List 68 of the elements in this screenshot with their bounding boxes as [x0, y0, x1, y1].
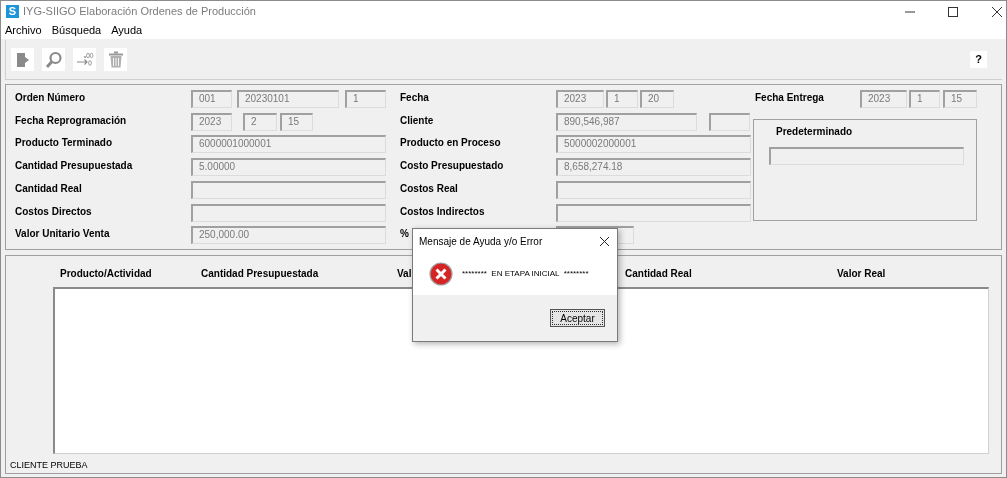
text-field[interactable]: 2	[243, 112, 277, 131]
text-field[interactable]: 20230101	[237, 90, 339, 108]
text-field[interactable]: 1	[345, 90, 386, 108]
field-label: Costo Presupuestado	[400, 160, 504, 172]
text-field[interactable]: 250,000.00	[191, 226, 386, 245]
text-field[interactable]: 8,658,274.18	[556, 158, 751, 177]
text-field[interactable]: 001	[191, 90, 232, 108]
field-label: Fecha	[400, 92, 429, 103]
text-field[interactable]: 890,546,987	[556, 112, 697, 131]
field-label: Costos Indirectos	[400, 205, 485, 217]
decimal-arrow-icon	[75, 51, 94, 68]
window-title: IYG-SIIGO Elaboración Ordenes de Producción	[23, 4, 256, 20]
text-field[interactable]: 6000001000001	[191, 135, 386, 154]
field-label: Producto en Proceso	[400, 137, 501, 149]
text-field[interactable]	[556, 203, 751, 222]
field-label: Producto Terminado	[15, 137, 113, 149]
error-icon	[429, 262, 453, 286]
search-icon	[44, 50, 63, 69]
text-field[interactable]: 2023	[191, 112, 232, 131]
close-icon[interactable]	[992, 6, 1002, 17]
field-label: Fecha Entrega	[755, 92, 824, 103]
app-logo: S	[6, 5, 19, 18]
column-header: Val	[397, 268, 412, 279]
column-header: Cantidad Presupuestada	[201, 268, 319, 279]
field-label: Cantidad Real	[15, 182, 82, 194]
field-label: Cliente	[400, 114, 434, 126]
toolbar-button[interactable]	[11, 48, 34, 71]
text-field[interactable]: 2023	[556, 90, 604, 108]
dialog-message: ******** EN ETAPA INICIAL ********	[462, 268, 589, 280]
field-label: Valor Unitario Venta	[15, 228, 110, 240]
field-label: Fecha Reprogramación	[15, 114, 127, 126]
menu-item[interactable]: Búsqueda	[51, 22, 102, 39]
menu-item[interactable]: Ayuda	[111, 22, 143, 39]
toolbar-button[interactable]	[104, 48, 127, 71]
field-label: %	[400, 228, 409, 240]
text-field[interactable]: 20	[640, 90, 674, 108]
text-field[interactable]: 1	[909, 90, 940, 108]
exit-door-icon	[14, 51, 31, 68]
text-field[interactable]: 15	[943, 90, 977, 108]
toolbar-button[interactable]	[42, 48, 65, 71]
trash-icon	[107, 51, 124, 68]
accept-button[interactable]: Aceptar	[550, 309, 605, 327]
text-field[interactable]	[191, 203, 386, 222]
group-title: Predeterminado	[776, 125, 854, 139]
maximize-icon[interactable]	[948, 6, 958, 17]
toolbar-button[interactable]	[73, 48, 96, 71]
text-field[interactable]: 2023	[860, 90, 907, 108]
data-grid[interactable]	[53, 287, 989, 454]
text-field[interactable]	[709, 112, 750, 131]
field-label: Costos Directos	[15, 205, 92, 217]
column-header: Cantidad Real	[625, 268, 692, 279]
column-header: Valor Real	[837, 268, 886, 279]
column-header: Producto/Actividad	[60, 268, 152, 279]
text-field[interactable]	[769, 147, 964, 165]
status-text: CLIENTE PRUEBA	[10, 459, 89, 472]
text-field[interactable]: 5.00000	[191, 158, 386, 177]
text-field[interactable]	[191, 180, 386, 199]
text-field[interactable]	[556, 180, 751, 199]
text-field[interactable]: 1	[606, 90, 638, 108]
dialog-title: Mensaje de Ayuda y/o Error	[419, 234, 543, 249]
field-label: Cantidad Presupuestada	[15, 160, 133, 172]
text-field[interactable]: 5000002000001	[556, 135, 751, 154]
field-label: Orden Número	[15, 92, 85, 103]
help-button[interactable]: ?	[970, 51, 987, 68]
text-field[interactable]: 15	[280, 112, 313, 131]
close-icon[interactable]	[600, 236, 609, 246]
menu-item[interactable]: Archivo	[5, 22, 42, 39]
field-label: Costos Real	[400, 182, 458, 194]
